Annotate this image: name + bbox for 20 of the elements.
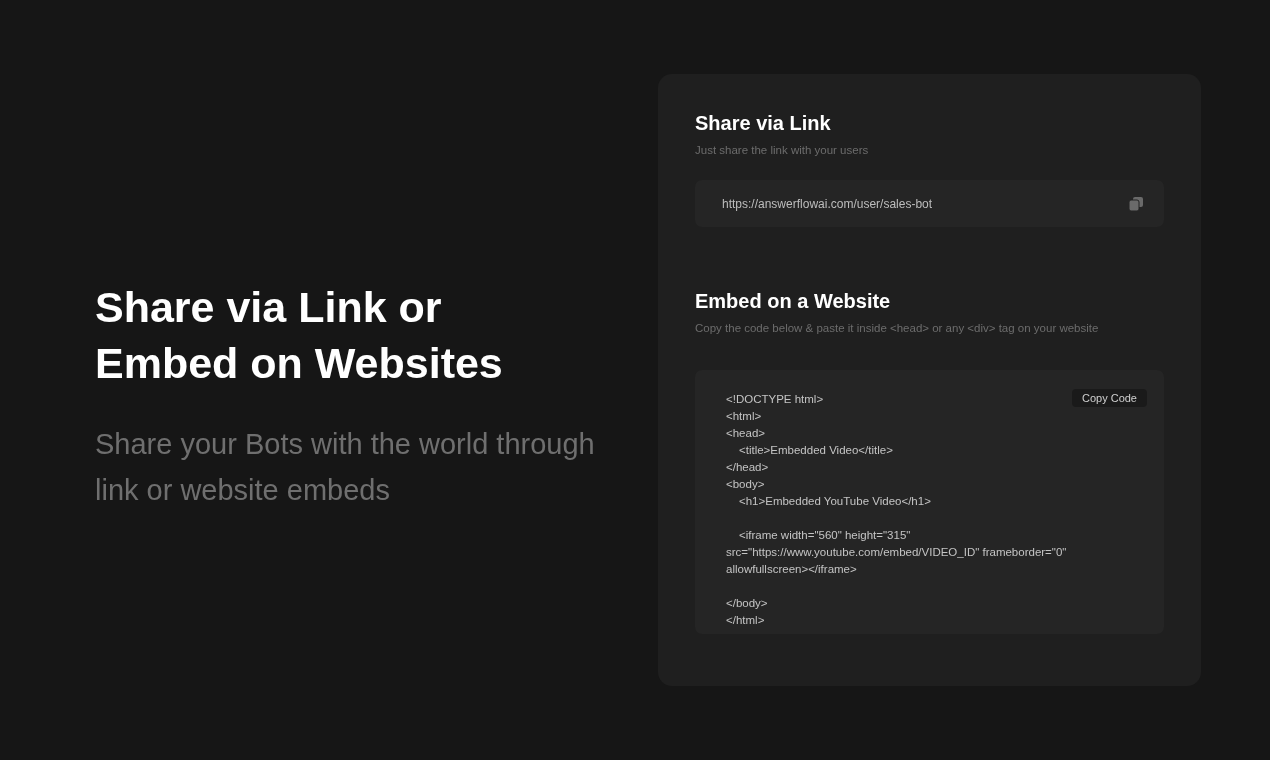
section-description: Copy the code below & paste it inside <head> or any <div> tag on your website [695, 322, 1100, 334]
code-line: </html> [726, 613, 765, 628]
link-url: https://answerflowai.com/user/sales-bot [722, 196, 933, 211]
code-line: <html> [726, 409, 762, 424]
code-line: </body> [726, 596, 768, 611]
code-line: <h1>Embedded YouTube Video</h1> [738, 494, 931, 509]
code-line: </head> [726, 460, 769, 475]
section-title: Embed on a Website [695, 289, 892, 314]
code-line: <title>Embedded Video</title> [738, 443, 893, 458]
hero-heading: Share via Link or Embed on Websites [95, 282, 504, 389]
copy-icon[interactable] [1129, 196, 1143, 211]
code-line: <head> [726, 426, 765, 441]
code-line: <!DOCTYPE html> [726, 392, 824, 407]
hero-subtitle: Share your Bots with the world through link or website embeds [95, 427, 595, 508]
link-field[interactable]: https://answerflowai.com/user/sales-bot [695, 180, 1164, 227]
section-title: Share via Link [695, 111, 832, 136]
section-description: Just share the link with your users [695, 144, 870, 156]
copy-code-button[interactable]: Copy Code [1071, 389, 1147, 407]
code-line: <iframe width="560" height="315" src="https://www.youtube.com/embed/VIDEO_ID" frameborder="0" allowfullscreen></iframe> [726, 528, 1068, 577]
code-line: <body> [726, 477, 765, 492]
